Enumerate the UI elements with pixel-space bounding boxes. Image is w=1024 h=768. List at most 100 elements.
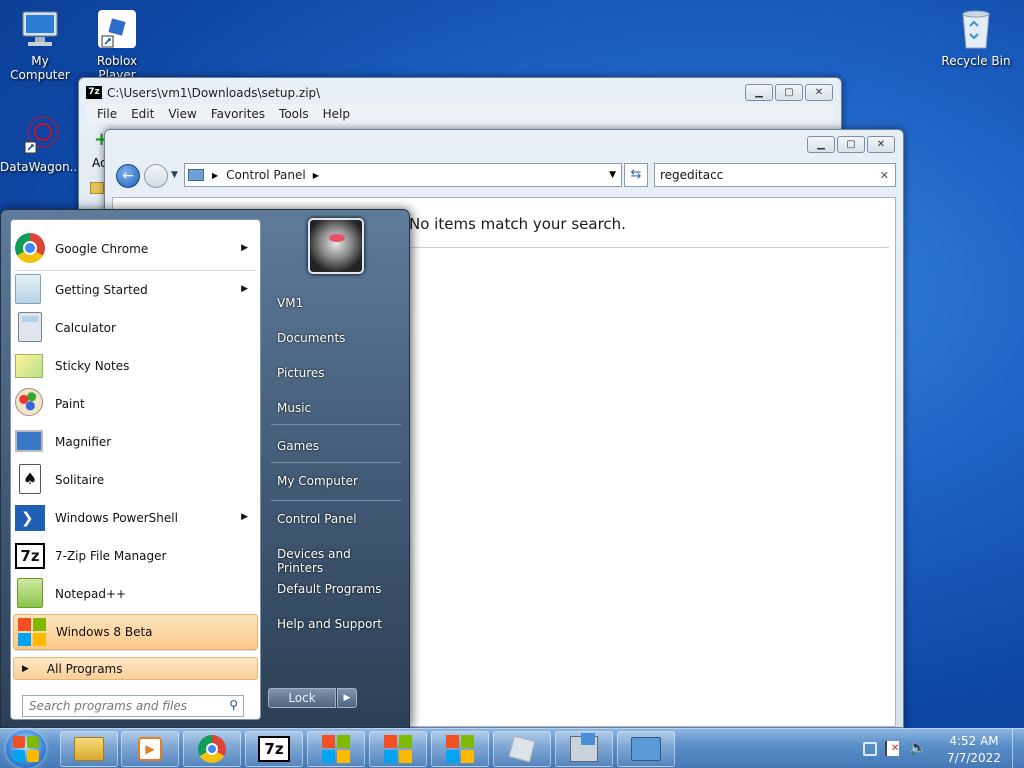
chrome-icon (15, 233, 47, 265)
maximize-button[interactable]: ▢ (775, 84, 803, 101)
search-box[interactable]: regeditacc ✕ (654, 163, 896, 187)
start-menu-item[interactable]: Google Chrome ▶ (13, 231, 258, 267)
games-link[interactable]: Games (267, 435, 407, 457)
action-center-icon[interactable]: ✕ (885, 741, 899, 756)
all-programs-button[interactable]: ▶ All Programs (13, 657, 258, 680)
start-menu-item-label: Google Chrome (55, 242, 149, 256)
menu-help[interactable]: Help (316, 104, 357, 124)
no-results-message: No items match your search. (409, 215, 626, 233)
user-picture[interactable] (308, 218, 364, 274)
start-button[interactable] (6, 730, 46, 768)
start-menu-item[interactable]: Windows 8 Beta (13, 614, 258, 650)
chrome-icon (198, 735, 226, 763)
taskbar: ▶ 7z ✕ 🔈 4:52 AM 7/7/2022 (0, 728, 1024, 768)
start-menu-item[interactable]: Magnifier (13, 424, 258, 460)
maximize-button[interactable]: ▢ (837, 136, 865, 153)
menu-favorites[interactable]: Favorites (204, 104, 272, 124)
start-menu-item[interactable]: ❯ Windows PowerShell ▶ (13, 500, 258, 536)
address-dropdown-icon[interactable]: ▼ (609, 170, 616, 180)
recent-pages-dropdown[interactable]: ▼ (171, 170, 178, 180)
music-link[interactable]: Music (267, 397, 407, 419)
documents-link[interactable]: Documents (267, 327, 407, 349)
minimize-button[interactable]: ▁ (745, 84, 773, 101)
user-name-link[interactable]: VM1 (267, 292, 407, 314)
forward-button[interactable] (144, 164, 168, 188)
breadcrumb-separator-icon: ▶ (212, 170, 219, 180)
refresh-icon: ⇆ (630, 167, 642, 182)
start-menu-item[interactable]: ♠ Solitaire (13, 462, 258, 498)
windows-icon (384, 735, 412, 763)
start-menu-item[interactable]: Paint (13, 386, 258, 422)
search-input[interactable]: regeditacc (660, 168, 723, 182)
start-menu-item-label: Paint (55, 397, 85, 411)
taskbar-button[interactable]: 7z (245, 731, 303, 767)
7zip-app-icon: 7z (86, 86, 102, 99)
taskbar-button[interactable] (555, 731, 613, 767)
pictures-link[interactable]: Pictures (267, 362, 407, 384)
windows-logo-icon (13, 736, 39, 762)
refresh-button[interactable]: ⇆ (624, 163, 648, 187)
start-menu-item[interactable]: Sticky Notes (13, 348, 258, 384)
file-explorer-icon (74, 737, 104, 761)
taskbar-button[interactable] (431, 731, 489, 767)
back-arrow-icon: ← (122, 168, 134, 184)
clock-date[interactable]: 7/7/2022 (943, 751, 1005, 765)
roblox-icon (508, 735, 536, 763)
shutdown-options-button[interactable]: ▶ (337, 688, 357, 708)
paint-icon (15, 388, 47, 420)
calculator-icon (15, 312, 47, 344)
start-menu-programs-pane: Google Chrome ▶ Getting Started ▶ Calculator… (10, 219, 261, 720)
installer-icon (570, 733, 598, 762)
help-and-support-link[interactable]: Help and Support (267, 613, 407, 635)
taskbar-button[interactable] (60, 731, 118, 767)
taskbar-button[interactable] (617, 731, 675, 767)
taskbar-button[interactable] (183, 731, 241, 767)
taskbar-button[interactable] (307, 731, 365, 767)
control-panel-link[interactable]: Control Panel (267, 508, 407, 530)
desktop-icon-recycle-bin[interactable]: Recycle Bin (936, 6, 1016, 68)
minimize-button[interactable]: ▁ (807, 136, 835, 153)
clear-search-icon[interactable]: ✕ (880, 169, 889, 182)
desktop-icon-my-computer[interactable]: My Computer (0, 6, 80, 82)
windows-icon (16, 616, 48, 648)
menu-view[interactable]: View (161, 104, 203, 124)
start-menu-item[interactable]: Calculator (13, 310, 258, 346)
breadcrumb-separator-icon: ▶ (312, 170, 319, 180)
pinned-divider (15, 270, 256, 271)
my-computer-link[interactable]: My Computer (267, 470, 407, 492)
desktop-icon-roblox-player[interactable]: Roblox Player (77, 6, 157, 82)
desktop-icon-label: DataWagon... (0, 160, 82, 174)
volume-icon[interactable]: 🔈 (909, 740, 926, 756)
address-bar[interactable]: ▶ Control Panel ▶ ▼ (184, 163, 622, 187)
taskbar-button[interactable] (369, 731, 427, 767)
menu-file[interactable]: File (90, 104, 124, 124)
devices-and-printers-link[interactable]: Devices and Printers (267, 543, 407, 579)
network-icon[interactable] (863, 742, 877, 756)
clock-time[interactable]: 4:52 AM (943, 734, 1005, 748)
back-button[interactable]: ← (116, 164, 140, 188)
start-menu-item-label: 7-Zip File Manager (55, 549, 167, 563)
arrow-right-icon: ▶ (343, 693, 351, 703)
solitaire-icon: ♠ (15, 464, 47, 496)
start-menu-item-label: Solitaire (55, 473, 105, 487)
lock-button[interactable]: Lock (268, 688, 336, 708)
show-desktop-button[interactable] (1012, 729, 1024, 768)
window-title: C:\Users\vm1\Downloads\setup.zip\ (107, 86, 321, 100)
taskbar-button[interactable] (493, 731, 551, 767)
menu-tools[interactable]: Tools (272, 104, 316, 124)
start-search-input[interactable]: Search programs and files (29, 699, 187, 713)
taskbar-button[interactable]: ▶ (121, 731, 179, 767)
start-search-box[interactable]: Search programs and files ⚲ (22, 695, 244, 717)
desktop-icon-datawagon[interactable]: DataWagon... (0, 112, 82, 174)
start-menu-item[interactable]: Notepad++ (13, 576, 258, 612)
close-button[interactable]: ✕ (805, 84, 833, 101)
start-menu-item[interactable]: Getting Started ▶ (13, 272, 258, 308)
start-menu-item[interactable]: 7z 7-Zip File Manager (13, 538, 258, 574)
7zip-icon: 7z (258, 736, 290, 762)
breadcrumb-control-panel[interactable]: Control Panel (226, 168, 306, 182)
desktop-icon-label: My Computer (10, 54, 70, 82)
default-programs-link[interactable]: Default Programs (267, 578, 407, 600)
close-button[interactable]: ✕ (867, 136, 895, 153)
windows-icon (322, 735, 350, 763)
menu-edit[interactable]: Edit (124, 104, 161, 124)
